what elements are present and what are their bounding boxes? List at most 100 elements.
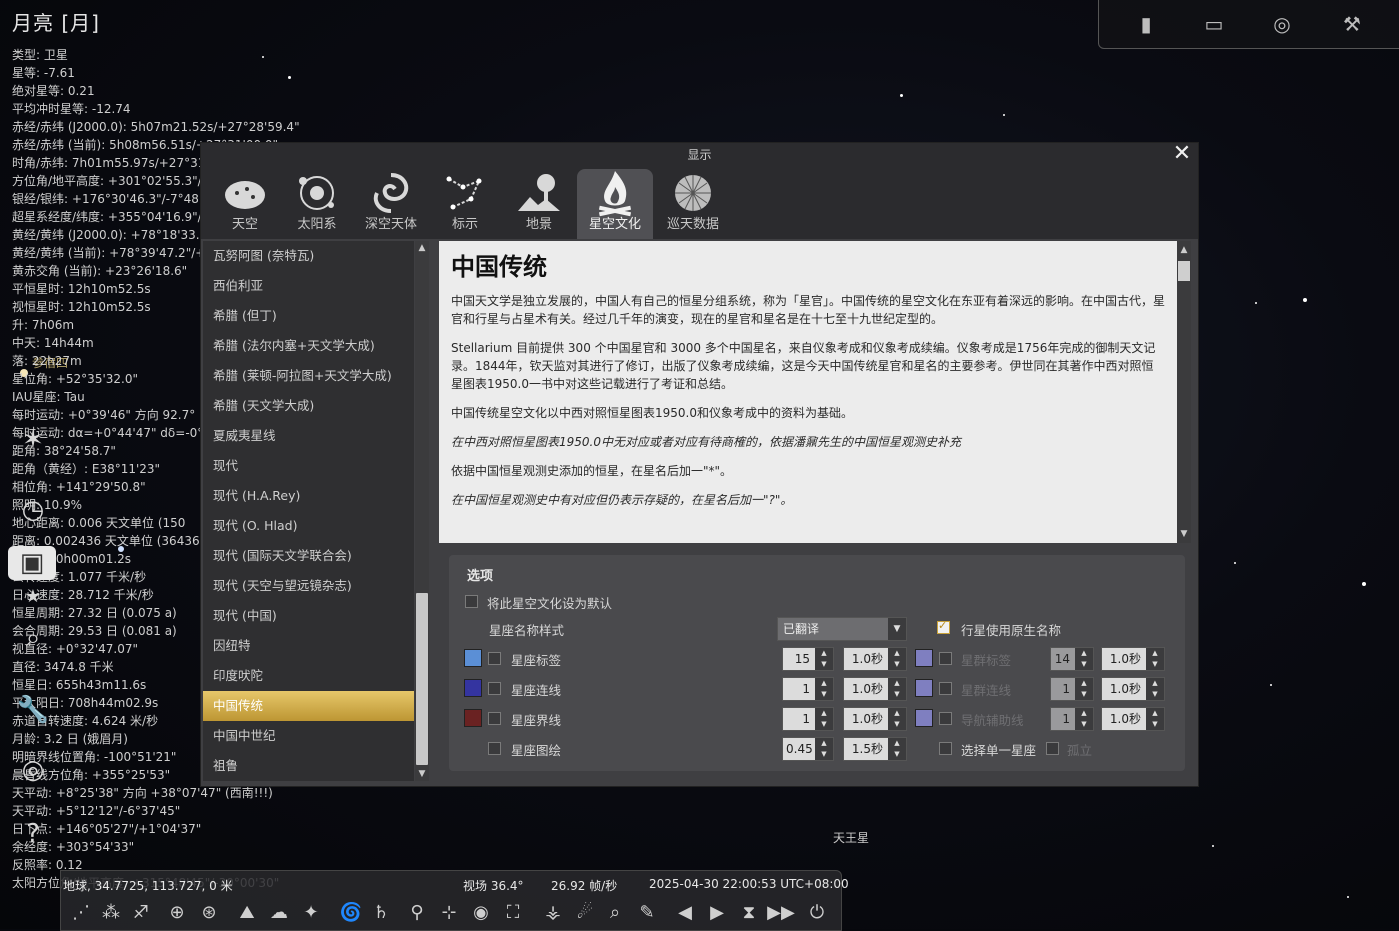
navigation-aids-width[interactable]: 1 ▲ ▼ <box>1050 707 1094 731</box>
description-scrollbar[interactable]: ▲ ▼ <box>1177 241 1191 543</box>
navigation-aids-checkbox[interactable] <box>939 712 952 725</box>
asterism-lines-width[interactable]: 1 ▲ ▼ <box>1050 677 1094 701</box>
starlore-list-item[interactable]: 夏威夷星线 <box>203 421 414 451</box>
tab-markings[interactable]: 标示 <box>429 169 501 239</box>
oculars-icon[interactable]: ▭ <box>1197 8 1231 40</box>
constellation-lines-width[interactable]: 1 ▲ ▼ <box>782 677 834 701</box>
constellation-art-fade[interactable]: 1.5秒 ▲ ▼ <box>843 737 907 761</box>
constellation-boundaries-color[interactable] <box>464 709 482 727</box>
select-single-constellation-checkbox[interactable] <box>939 742 952 755</box>
close-icon[interactable]: ✕ <box>1170 143 1194 167</box>
constellation-boundaries-width[interactable]: 1 ▲ ▼ <box>782 707 834 731</box>
wrench-icon[interactable]: 🔧 <box>8 690 58 730</box>
star[interactable] <box>1347 896 1349 898</box>
tab-sky[interactable]: 天空 <box>209 169 281 239</box>
scroll-down-icon[interactable]: ▼ <box>417 769 427 779</box>
fullscreen-icon[interactable]: ⛶ <box>499 898 527 926</box>
display-options-button[interactable]: ▣ <box>8 546 56 580</box>
constellation-labels-size[interactable]: 15 ▲ ▼ <box>782 647 834 671</box>
constellation-art-brightness[interactable]: 0.45 ▲ ▼ <box>782 737 834 761</box>
starlore-list-item[interactable]: 现代 (中国) <box>203 601 414 631</box>
star[interactable] <box>1362 582 1366 586</box>
starlore-list-item[interactable]: 希腊 (但丁) <box>203 301 414 331</box>
location-status[interactable]: 地球, 34.7725, 113.727, 0 米 <box>63 877 233 894</box>
asterism-labels-color[interactable] <box>915 649 933 667</box>
fast-forward-icon[interactable]: ▶▶ <box>767 898 795 926</box>
now-icon[interactable]: ⧗ <box>735 898 763 926</box>
star-icon[interactable]: ★ <box>8 576 58 616</box>
target-icon[interactable]: ◎ <box>1265 8 1299 40</box>
star[interactable] <box>1303 298 1307 302</box>
tab-landscape[interactable]: 地景 <box>503 169 575 239</box>
rewind-icon[interactable]: ◀ <box>671 898 699 926</box>
starlore-list-item[interactable]: 瓦努阿图 (奈特瓦) <box>203 241 414 271</box>
isolate-checkbox[interactable] <box>1046 742 1059 755</box>
equatorial-mount-icon[interactable]: ⚲ <box>403 898 431 926</box>
equatorial-grid-icon[interactable]: ⊕ <box>163 898 191 926</box>
starlore-list-item[interactable]: 现代 (国际天文学联合会) <box>203 541 414 571</box>
scrollbar-thumb[interactable] <box>1178 261 1190 281</box>
starlore-list-item[interactable]: 希腊 (法尔内塞+天文学大成) <box>203 331 414 361</box>
scrollbar-thumb[interactable] <box>416 593 428 765</box>
starlore-list-item[interactable]: 现代 <box>203 451 414 481</box>
starlore-description[interactable]: 中国传统 中国天文学是独立发展的，中国人有自己的恒星分组系统，称为「星官」。中国… <box>439 241 1177 543</box>
starlore-list-item[interactable]: 现代 (H.A.Rey) <box>203 481 414 511</box>
constellation-labels-icon[interactable]: ⁂ <box>97 898 125 926</box>
tab-deep-sky[interactable]: 深空天体 <box>355 169 427 239</box>
constellation-lines-icon[interactable]: ⋰ <box>67 898 95 926</box>
star[interactable] <box>1270 684 1272 686</box>
quit-icon[interactable]: ⏻ <box>803 898 831 926</box>
starlore-list-item[interactable]: 中国中世纪 <box>203 721 414 751</box>
constellation-labels-color[interactable] <box>464 649 482 667</box>
center-object-icon[interactable]: ⊹ <box>435 898 463 926</box>
native-planet-names-checkbox[interactable] <box>937 619 950 634</box>
nebulae-icon[interactable]: 🌀 <box>337 898 365 926</box>
astro-calc-icon[interactable]: ◎ <box>8 750 58 790</box>
scroll-up-icon[interactable]: ▲ <box>417 243 427 253</box>
clock-icon[interactable]: ◷ <box>8 490 58 530</box>
play-icon[interactable]: ▶ <box>703 898 731 926</box>
asterism-lines-fade[interactable]: 1.0秒 ▲ ▼ <box>1101 677 1165 701</box>
scroll-down-icon[interactable]: ▼ <box>1179 529 1189 539</box>
night-mode-icon[interactable]: ◉ <box>467 898 495 926</box>
starlore-list-item[interactable]: 中国传统 <box>203 691 414 721</box>
constellation-lines-fade[interactable]: 1.0秒 ▲ ▼ <box>843 677 907 701</box>
asterism-lines-color[interactable] <box>915 679 933 697</box>
cardinal-points-icon[interactable]: ☁ <box>265 898 293 926</box>
constellation-lines-color[interactable] <box>464 679 482 697</box>
constellation-boundaries-fade[interactable]: 1.0秒 ▲ ▼ <box>843 707 907 731</box>
comets-icon[interactable]: ✎ <box>633 898 661 926</box>
constellation-art-checkbox[interactable] <box>488 742 501 755</box>
constellation-lines-checkbox[interactable] <box>488 682 501 695</box>
azimuthal-grid-icon[interactable]: ⊛ <box>195 898 223 926</box>
starlore-list-item[interactable]: 印度吠陀 <box>203 661 414 691</box>
star[interactable] <box>1234 562 1236 564</box>
constellation-art-icon[interactable]: ♐ <box>127 898 155 926</box>
telescope-icon[interactable]: ▮ <box>1129 8 1163 40</box>
navigation-aids-color[interactable] <box>915 709 933 727</box>
tab-starlore[interactable]: 星空文化 <box>577 169 653 239</box>
starlore-list-item[interactable]: 现代 (O. Hlad) <box>203 511 414 541</box>
starlore-list-item[interactable]: 祖鲁 <box>203 751 414 781</box>
starlore-list-item[interactable]: 希腊 (天文学大成) <box>203 391 414 421</box>
starlore-list-item[interactable]: 因纽特 <box>203 631 414 661</box>
navigation-aids-fade[interactable]: 1.0秒 ▲ ▼ <box>1101 707 1165 731</box>
starlore-list-item[interactable]: 现代 (天空与望远镜杂志) <box>203 571 414 601</box>
sky-light-icon[interactable]: ✶ <box>8 420 58 460</box>
tab-solar-system[interactable]: 太阳系 <box>281 169 353 239</box>
planets-icon[interactable]: ♄ <box>367 898 395 926</box>
atmosphere-icon[interactable]: ✦ <box>297 898 325 926</box>
star[interactable] <box>1255 302 1257 304</box>
ground-icon[interactable]: ⛰ <box>233 898 261 926</box>
constellation-boundaries-checkbox[interactable] <box>488 712 501 725</box>
starlore-list-item[interactable]: 西伯利亚 <box>203 271 414 301</box>
scroll-up-icon[interactable]: ▲ <box>1179 245 1189 255</box>
asterism-lines-checkbox[interactable] <box>939 682 952 695</box>
starlore-list-item[interactable]: 希腊 (莱顿-阿拉图+天文学大成) <box>203 361 414 391</box>
set-default-checkbox[interactable] <box>465 595 478 608</box>
wrench-icon[interactable]: ⚒ <box>1335 8 1369 40</box>
help-icon[interactable]: ? <box>8 814 58 854</box>
asterism-labels-checkbox[interactable] <box>939 652 952 665</box>
star[interactable] <box>900 94 903 97</box>
constellation-labels-fade[interactable]: 1.0秒 ▲ ▼ <box>843 647 907 671</box>
